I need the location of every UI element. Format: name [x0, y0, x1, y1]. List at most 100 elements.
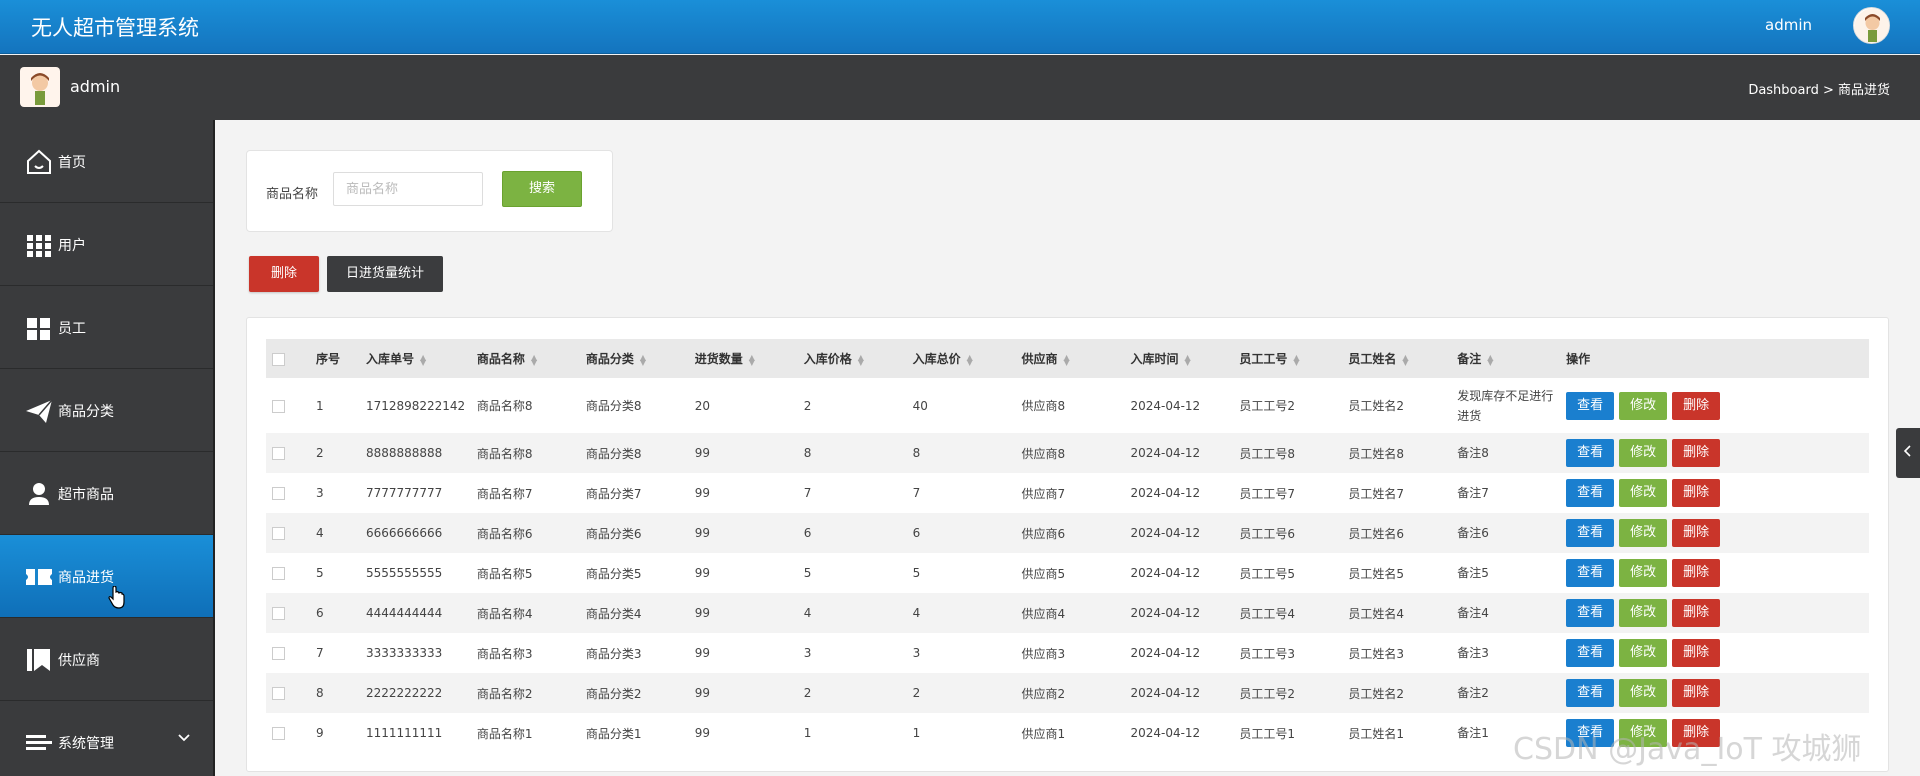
column-header-label: 入库时间 — [1130, 352, 1179, 366]
table-row[interactable]: 1 1712898222142 商品名称8 商品分类8 20 2 40 供应商8 2024-04… — [266, 378, 1869, 433]
column-header[interactable]: 入库总价 ▲ ▼ — [907, 339, 1016, 378]
sidebar-item-stock-in[interactable]: 商品进货 — [0, 535, 213, 618]
column-header[interactable]: 备注 ▲ ▼ — [1451, 339, 1560, 378]
batch-delete-button[interactable]: 删除 — [249, 256, 319, 292]
table-cell: 2024-04-12 — [1130, 398, 1201, 413]
table-cell: 7777777777 — [365, 486, 443, 500]
sort-icon: ▲ ▼ — [966, 352, 973, 367]
edit-button[interactable]: 修改 — [1619, 519, 1668, 547]
view-button[interactable]: 查看 — [1566, 599, 1615, 627]
daily-stock-stats-button[interactable]: 日进货量统计 — [327, 256, 443, 292]
hand-cursor-icon — [108, 586, 125, 609]
table-cell: 3 — [912, 646, 921, 660]
person-icon — [29, 483, 49, 505]
table-cell: 3 — [315, 486, 324, 500]
table-row[interactable]: 2 8888888888 商品名称8 商品分类8 99 8 8 供应商8 2024-04-12 员… — [266, 433, 1869, 473]
table-cell: 备注2 — [1457, 686, 1489, 700]
row-actions: 查看 修改 删除 — [1560, 473, 1869, 513]
row-actions: 查看 修改 删除 — [1560, 433, 1869, 473]
header-avatar[interactable] — [1853, 7, 1890, 44]
view-button[interactable]: 查看 — [1566, 391, 1615, 420]
edit-button[interactable]: 修改 — [1619, 599, 1668, 627]
column-header[interactable]: 入库时间 ▲ ▼ — [1124, 339, 1233, 378]
delete-button[interactable]: 删除 — [1672, 599, 1721, 627]
sidebar-item-home[interactable]: 首页 — [0, 120, 213, 203]
breadcrumb[interactable]: Dashboard > 商品进货 — [1748, 79, 1890, 98]
table-row[interactable]: 7 3333333333 商品名称3 商品分类3 99 3 3 供应商3 2024-04-12 员… — [266, 633, 1869, 673]
search-button[interactable]: 搜索 — [502, 171, 582, 207]
delete-button[interactable]: 删除 — [1672, 439, 1721, 467]
table-cell: 商品分类6 — [585, 526, 642, 541]
table-cell: 5555555555 — [365, 566, 443, 580]
table-row[interactable]: 4 6666666666 商品名称6 商品分类6 99 6 6 供应商6 2024-04-12 员… — [266, 513, 1869, 553]
column-header[interactable]: 入库价格 ▲ ▼ — [798, 339, 907, 378]
delete-button[interactable]: 删除 — [1672, 679, 1721, 707]
row-checkbox[interactable] — [272, 727, 285, 740]
sidebar-item-staff[interactable]: 员工 — [0, 286, 213, 369]
table-row[interactable]: 5 5555555555 商品名称5 商品分类5 99 5 5 供应商5 2024-04-12 员… — [266, 553, 1869, 593]
table-cell: 6 — [315, 606, 324, 620]
sidebar-item-label: 用户 — [58, 238, 86, 254]
sidebar-item-label: 超市商品 — [58, 487, 114, 503]
table-cell: 员工工号1 — [1239, 726, 1296, 741]
column-header[interactable]: 进货数量 ▲ ▼ — [689, 339, 798, 378]
table-cell: 2 — [803, 686, 812, 700]
delete-button[interactable]: 删除 — [1672, 391, 1721, 420]
sidebar: 首页 用户 员工 商品分类 超市商品 商品进货 供应商 系统管理 — [0, 120, 215, 776]
edit-button[interactable]: 修改 — [1619, 439, 1668, 467]
edit-button[interactable]: 修改 — [1619, 479, 1668, 507]
column-header[interactable]: 商品分类 ▲ ▼ — [580, 339, 689, 378]
sidebar-item-system[interactable]: 系统管理 — [0, 701, 213, 776]
edit-button[interactable]: 修改 — [1619, 639, 1668, 667]
view-button[interactable]: 查看 — [1566, 559, 1615, 587]
row-checkbox[interactable] — [272, 647, 285, 660]
table-row[interactable]: 8 2222222222 商品名称2 商品分类2 99 2 2 供应商2 2024-04-12 员… — [266, 673, 1869, 713]
table-cell: 备注7 — [1457, 486, 1489, 500]
table-cell: 员工工号2 — [1239, 686, 1296, 701]
column-header[interactable]: 商品名称 ▲ ▼ — [471, 339, 580, 378]
delete-button[interactable]: 删除 — [1672, 479, 1721, 507]
select-all-checkbox[interactable] — [272, 352, 285, 366]
table-cell: 商品名称8 — [476, 446, 533, 461]
table-cell: 99 — [694, 726, 711, 740]
table-row[interactable]: 3 7777777777 商品名称7 商品分类7 99 7 7 供应商7 2024-04-12 员… — [266, 473, 1869, 513]
table-row[interactable]: 6 4444444444 商品名称4 商品分类4 99 4 4 供应商4 2024-04-12 员… — [266, 593, 1869, 633]
column-header[interactable]: 供应商 ▲ ▼ — [1016, 339, 1125, 378]
view-button[interactable]: 查看 — [1566, 519, 1615, 547]
row-actions: 查看 修改 删除 — [1560, 673, 1869, 713]
table-cell: 99 — [694, 646, 711, 660]
column-header[interactable]: 员工工号 ▲ ▼ — [1233, 339, 1342, 378]
product-name-search-input[interactable] — [333, 172, 483, 206]
row-checkbox[interactable] — [272, 567, 285, 580]
view-button[interactable]: 查看 — [1566, 639, 1615, 667]
app-title: 无人超市管理系统 — [31, 16, 199, 40]
edit-button[interactable]: 修改 — [1619, 391, 1668, 420]
header-username[interactable]: admin — [1765, 16, 1812, 34]
panel-toggle-button[interactable] — [1896, 428, 1920, 478]
table-cell: 5 — [912, 566, 921, 580]
delete-button[interactable]: 删除 — [1672, 519, 1721, 547]
column-header[interactable]: 员工姓名 ▲ ▼ — [1342, 339, 1451, 378]
sidebar-item-supplier[interactable]: 供应商 — [0, 618, 213, 701]
sidebar-item-products[interactable]: 超市商品 — [0, 452, 213, 535]
row-checkbox[interactable] — [272, 687, 285, 700]
view-button[interactable]: 查看 — [1566, 479, 1615, 507]
row-checkbox[interactable] — [272, 447, 285, 460]
row-checkbox[interactable] — [272, 487, 285, 500]
row-checkbox[interactable] — [272, 607, 285, 620]
edit-button[interactable]: 修改 — [1619, 679, 1668, 707]
table-cell: 员工工号4 — [1239, 606, 1296, 621]
delete-button[interactable]: 删除 — [1672, 559, 1721, 587]
sidebar-item-category[interactable]: 商品分类 — [0, 369, 213, 452]
sort-icon: ▲ ▼ — [748, 352, 755, 367]
table-cell: 供应商4 — [1021, 606, 1066, 621]
edit-button[interactable]: 修改 — [1619, 559, 1668, 587]
view-button[interactable]: 查看 — [1566, 679, 1615, 707]
row-checkbox[interactable] — [272, 527, 285, 540]
view-button[interactable]: 查看 — [1566, 439, 1615, 467]
sidebar-item-users[interactable]: 用户 — [0, 203, 213, 286]
row-checkbox[interactable] — [272, 399, 285, 413]
delete-button[interactable]: 删除 — [1672, 639, 1721, 667]
table-cell: 员工姓名7 — [1348, 486, 1404, 501]
column-header[interactable]: 入库单号 ▲ ▼ — [360, 339, 471, 378]
